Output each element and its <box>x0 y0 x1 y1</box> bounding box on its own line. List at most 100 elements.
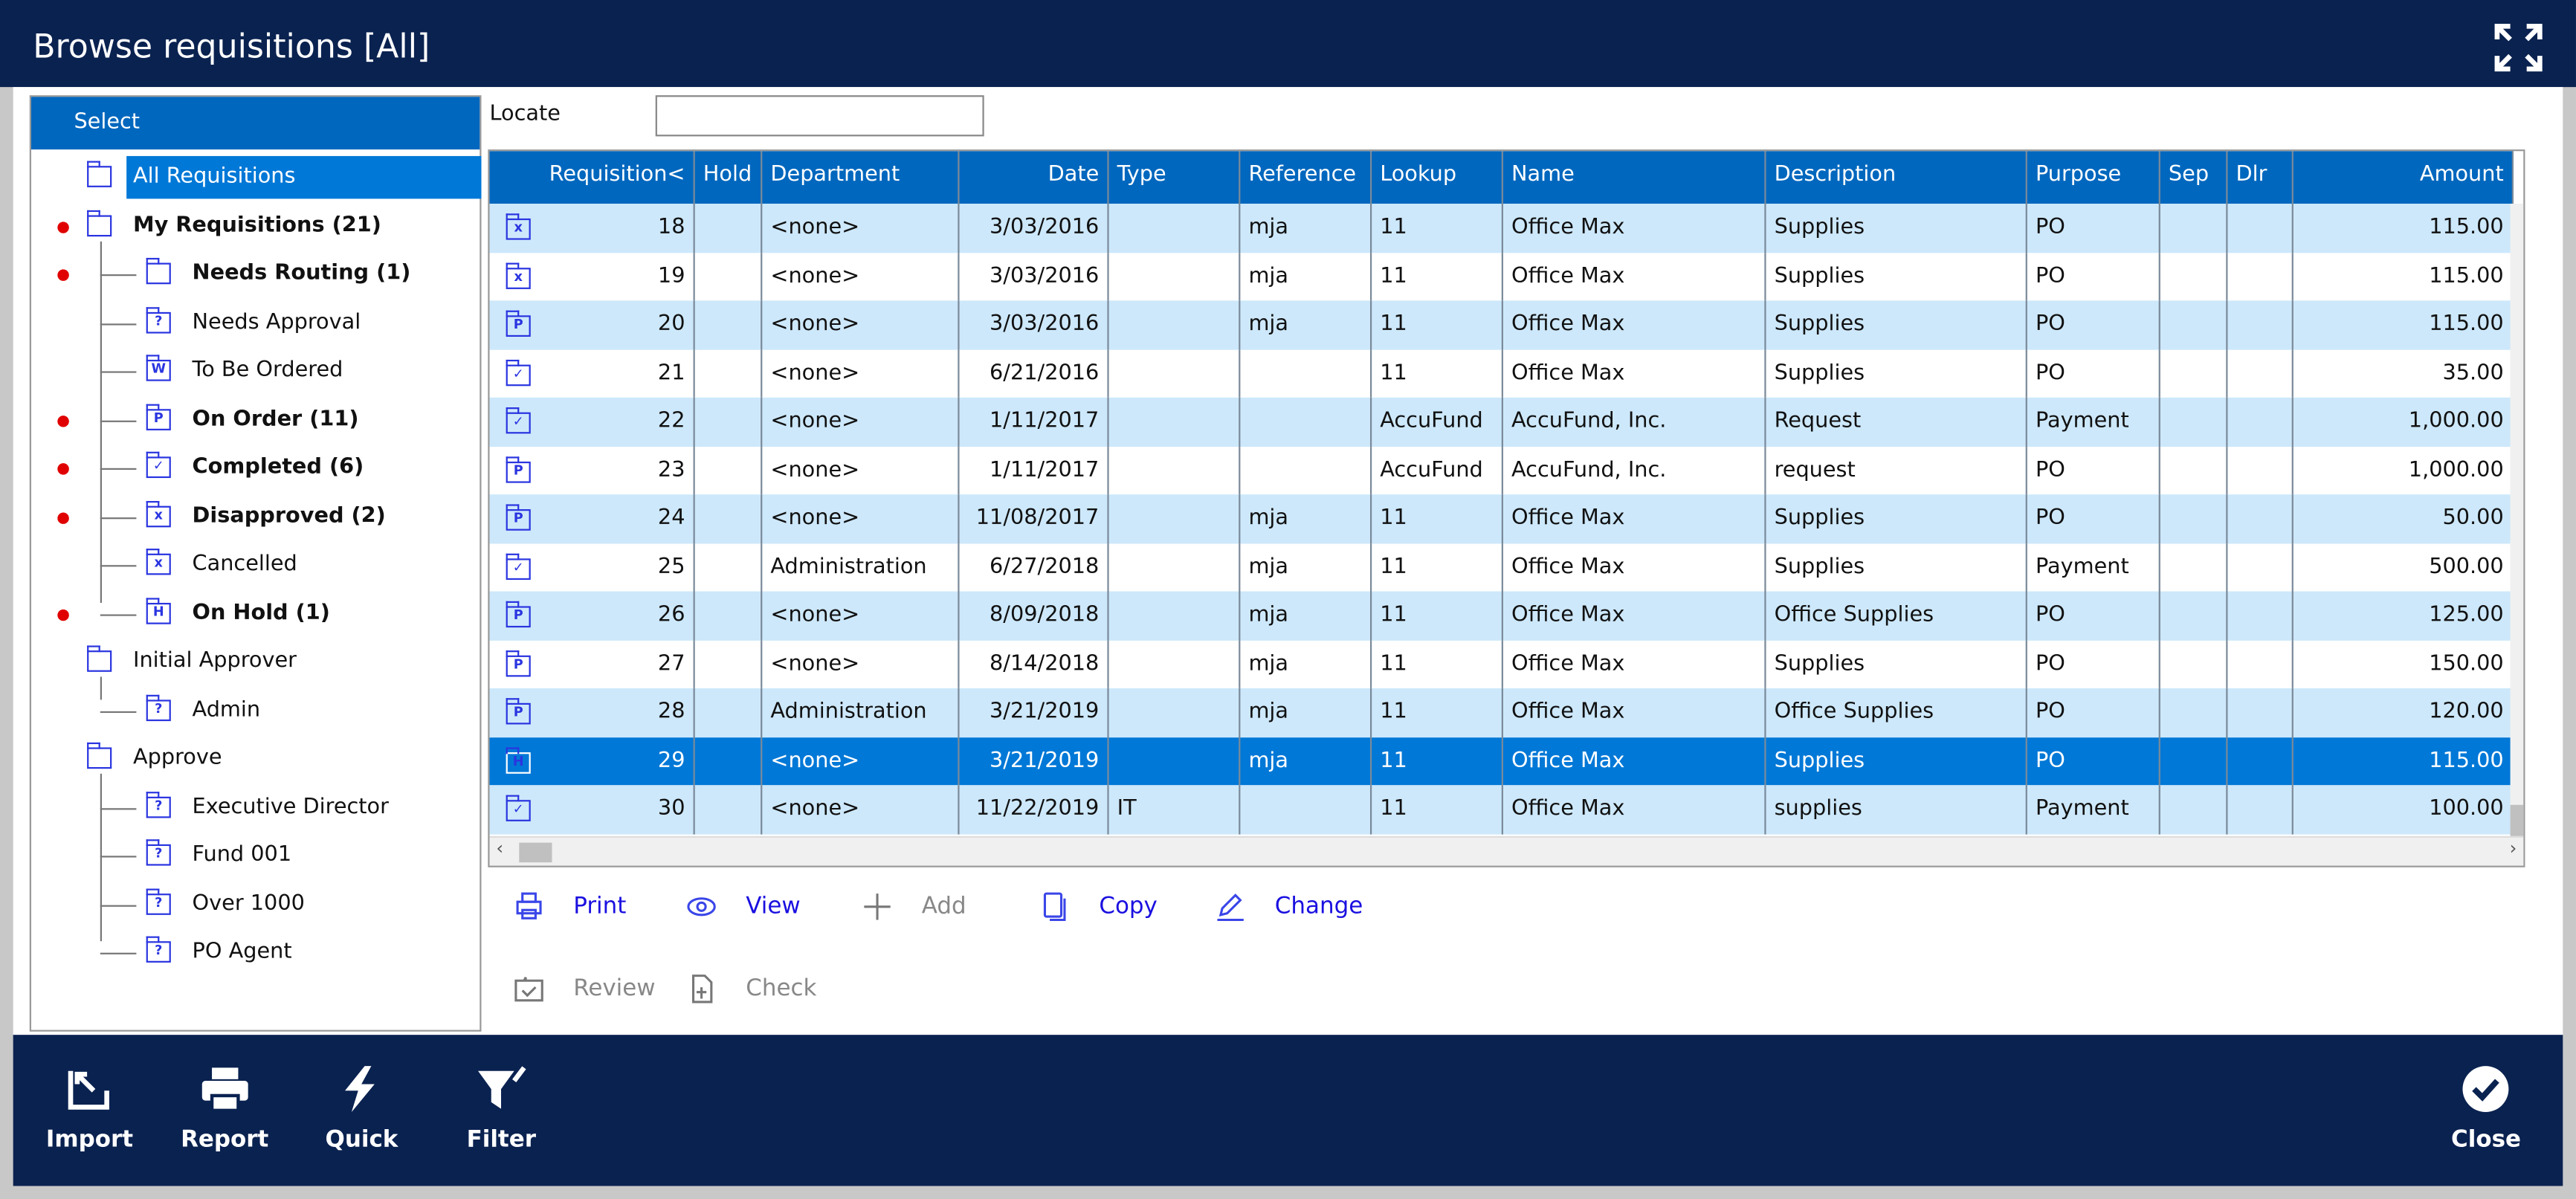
table-cell: Office Max <box>1503 688 1766 737</box>
folder-icon: ? <box>145 888 171 914</box>
tree-connector <box>100 904 137 906</box>
tree-item[interactable]: ? PO Agent <box>31 931 480 974</box>
check-button[interactable]: Check <box>687 974 816 1004</box>
tree-item[interactable]: ? Executive Director <box>31 786 480 828</box>
table-cell: 50.00 <box>2293 494 2514 543</box>
column-header[interactable]: Sep <box>2160 151 2228 204</box>
locate-label: Locate <box>489 102 561 127</box>
view-button[interactable]: View <box>687 892 801 922</box>
print-button[interactable]: Print <box>514 892 626 922</box>
tree-item-label: All Requisitions <box>126 155 482 199</box>
quick-button[interactable]: Quick <box>326 1064 398 1153</box>
tree-item[interactable]: W To Be Ordered <box>31 350 480 392</box>
tree-item[interactable]: ? Fund 001 <box>31 835 480 877</box>
status-folder-icon: ✓ <box>505 407 531 434</box>
column-header[interactable]: Dlr <box>2227 151 2293 204</box>
table-cell: 11 <box>1372 300 1503 349</box>
folder-icon: W <box>145 355 171 381</box>
tree-item-label: On Hold (1) <box>192 600 330 625</box>
maximize-icon[interactable] <box>2493 23 2543 72</box>
tree-item[interactable]: P On Order (11) <box>31 398 480 441</box>
table-row[interactable]: 25 Administration 6/27/2018 mja 11 Office Max… <box>490 543 2514 592</box>
change-label: Change <box>1274 893 1363 920</box>
table-row[interactable]: 22 <none> 1/11/2017 AccuFund AccuFund, Inc. R… <box>489 397 2514 446</box>
tree-item[interactable]: Approve <box>31 737 480 780</box>
table-cell: mja <box>1240 737 1372 786</box>
tree-item-label: Initial Approver <box>132 648 297 674</box>
add-button[interactable]: Add <box>862 892 966 922</box>
eye-icon <box>687 897 716 917</box>
table-cell: AccuFund, Inc. <box>1503 445 1766 495</box>
table-row[interactable]: 20 <none> 3/03/2016 mja 11 Office Max Supplies… <box>489 300 2514 349</box>
table-row[interactable]: 28 Administration 3/21/2019 mja 11 Office Max… <box>489 688 2514 737</box>
import-button[interactable]: Import <box>46 1064 133 1153</box>
tree-item[interactable]: x Disapproved (2) <box>31 495 480 537</box>
column-header[interactable]: Hold <box>695 151 763 204</box>
tree-guide <box>100 773 103 942</box>
folder-icon: ✓ <box>145 451 171 479</box>
scroll-left-icon[interactable]: ‹ <box>496 838 503 859</box>
table-cell: 3/03/2016 <box>960 252 1109 301</box>
column-header[interactable]: Purpose <box>2027 151 2160 204</box>
tree-header: Select <box>30 97 480 150</box>
locate-input[interactable] <box>655 95 984 137</box>
copy-button[interactable]: Copy <box>1040 892 1158 922</box>
scroll-right-icon[interactable]: › <box>2510 838 2517 859</box>
table-cell: <none> <box>762 639 960 688</box>
tree-item-label: Disapproved (2) <box>192 503 386 529</box>
table-cell <box>695 300 763 349</box>
tree-connector <box>100 613 137 615</box>
tree-item[interactable]: ? Needs Approval <box>31 301 480 343</box>
folder-icon: x <box>145 500 171 527</box>
column-header[interactable]: Name <box>1503 151 1766 204</box>
table-cell <box>695 204 763 253</box>
status-folder-icon: P <box>505 649 531 676</box>
vertical-scrollbar[interactable] <box>2510 204 2524 838</box>
report-button[interactable]: Report <box>181 1064 268 1153</box>
column-header[interactable]: Department <box>762 151 960 204</box>
close-button[interactable]: Close <box>2451 1064 2521 1153</box>
table-cell: PO <box>2027 639 2160 688</box>
table-row[interactable]: 26 <none> 8/09/2018 mja 11 Office Max Office S… <box>489 591 2514 640</box>
table-row[interactable]: 24 <none> 11/08/2017 mja 11 Office Max Supplie… <box>489 494 2514 543</box>
column-header[interactable]: Description <box>1766 151 2027 204</box>
tree-item[interactable]: My Requisitions (21) <box>31 204 480 247</box>
table-cell: supplies <box>1766 785 2027 834</box>
tree-item[interactable]: Initial Approver <box>31 641 480 683</box>
table-row[interactable]: 19 <none> 3/03/2016 mja 11 Office Max Supplies… <box>490 252 2514 301</box>
status-folder-icon: P <box>505 601 531 628</box>
table-cell: 6/27/2018 <box>960 543 1109 592</box>
tree-item[interactable]: All Requisitions <box>31 155 482 199</box>
filter-button[interactable]: Filter <box>467 1064 536 1153</box>
table-row[interactable]: 27 <none> 8/14/2018 mja 11 Office Max Supplies… <box>490 639 2514 688</box>
tree-item[interactable]: H On Hold (1) <box>31 592 480 635</box>
table-cell: PO <box>2027 688 2160 737</box>
horizontal-scrollbar[interactable]: ‹ › <box>489 836 2524 866</box>
table-row[interactable]: 18 <none> 3/03/2016 mja 11 Office Max Supplies… <box>489 204 2514 253</box>
table-cell: 11/22/2019 <box>960 785 1109 834</box>
tree-item[interactable]: x Cancelled <box>31 543 480 586</box>
column-header[interactable]: Reference <box>1240 151 1372 204</box>
tree-item-label: Cancelled <box>192 552 297 577</box>
change-button[interactable]: Change <box>1216 892 1363 922</box>
table-cell: 35.00 <box>2293 349 2514 398</box>
table-row[interactable]: 29 <none> 3/21/2019 mja 11 Office Max Supplies… <box>489 737 2514 786</box>
column-header[interactable]: Requisition< <box>490 151 695 204</box>
import-icon <box>67 1070 109 1110</box>
column-header[interactable]: Type <box>1109 151 1241 204</box>
tree-item[interactable]: ? Admin <box>31 689 480 731</box>
review-button[interactable]: Review <box>514 974 656 1004</box>
table-row[interactable]: 23 <none> 1/11/2017 AccuFund AccuFund, Inc. r… <box>490 445 2514 495</box>
column-header[interactable]: Amount <box>2293 151 2514 204</box>
tree-item[interactable]: ✓ Completed (6) <box>31 447 480 489</box>
table-row[interactable]: 30 <none> 11/22/2019 IT 11 Office Max supplies… <box>489 785 2514 834</box>
tree-item[interactable]: ? Over 1000 <box>31 883 480 925</box>
table-row[interactable]: 21 <none> 6/21/2016 11 Office Max Supplies PO 3… <box>490 349 2514 398</box>
table-cell: Supplies <box>1766 494 2027 543</box>
column-header[interactable]: Lookup <box>1372 151 1503 204</box>
table-cell: 11 <box>1372 639 1503 688</box>
column-header[interactable]: Date <box>960 151 1109 204</box>
tree-item[interactable]: Needs Routing (1) <box>31 253 480 295</box>
table-cell: <none> <box>762 300 960 349</box>
table-cell <box>1240 785 1372 834</box>
